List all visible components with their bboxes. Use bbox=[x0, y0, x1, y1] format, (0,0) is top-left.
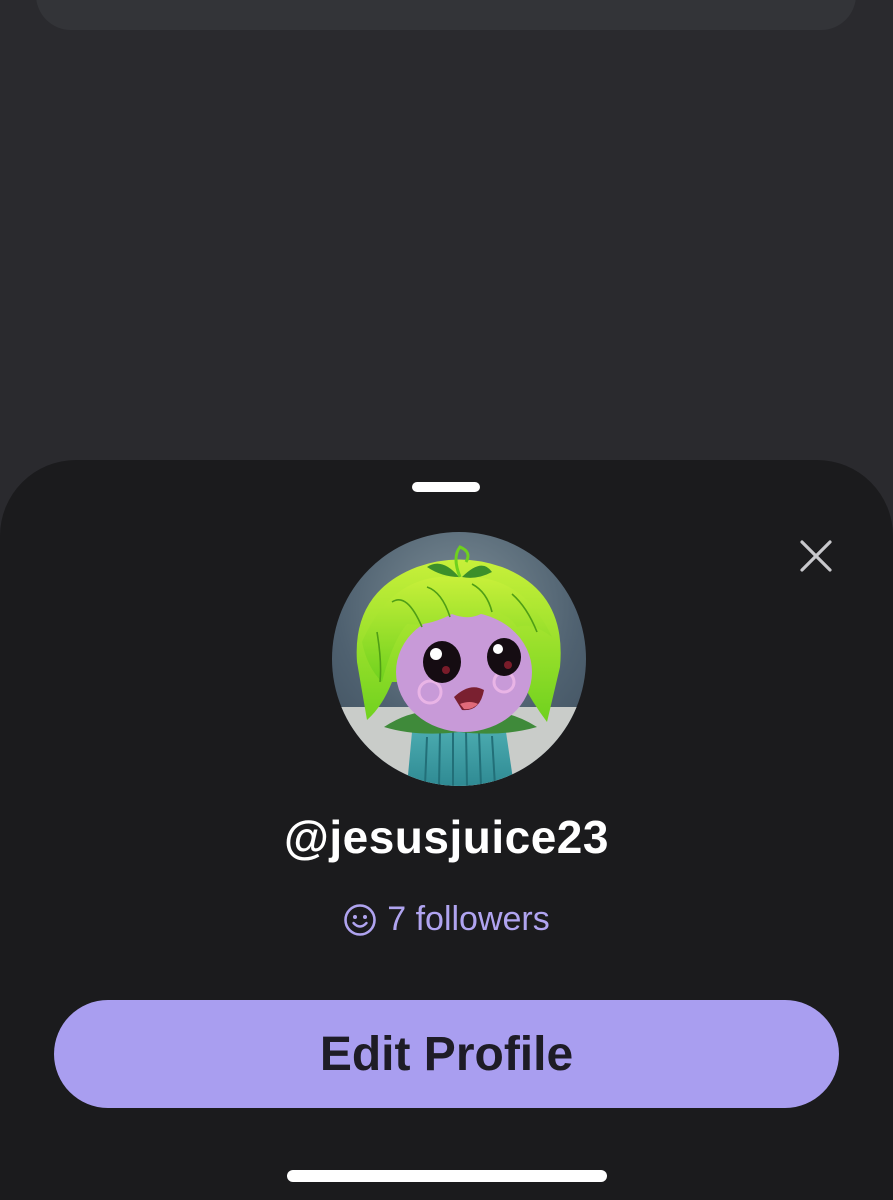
avatar-illustration bbox=[332, 545, 586, 786]
username: @jesusjuice23 bbox=[284, 811, 609, 863]
close-icon bbox=[800, 540, 832, 572]
background-card bbox=[36, 0, 856, 30]
edit-profile-button[interactable]: Edit Profile bbox=[54, 1000, 839, 1108]
followers-label: 7 followers bbox=[387, 900, 550, 938]
home-indicator[interactable] bbox=[287, 1170, 607, 1182]
followers-count[interactable]: 7 followers bbox=[0, 900, 893, 939]
app-screen: @jesusjuice23 7 followers Edit Profile bbox=[0, 0, 893, 1200]
smiley-icon bbox=[343, 903, 377, 937]
sheet-grabber[interactable] bbox=[412, 482, 480, 492]
close-button[interactable] bbox=[790, 530, 842, 582]
profile-sheet: @jesusjuice23 7 followers Edit Profile bbox=[0, 460, 893, 1200]
avatar[interactable] bbox=[332, 532, 586, 786]
